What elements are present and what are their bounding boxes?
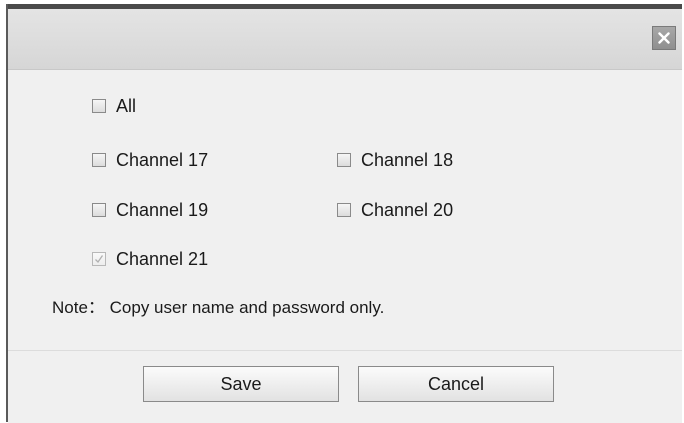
checkbox-channel-21[interactable]	[92, 252, 106, 266]
dialog-footer: Save Cancel	[8, 350, 682, 423]
close-button[interactable]	[652, 26, 676, 50]
checkbox-all[interactable]	[92, 99, 106, 113]
option-all[interactable]: All	[92, 96, 136, 116]
channel-copy-dialog: All Channel 17 Channel 18 Channel 19 Cha…	[6, 4, 682, 423]
close-icon	[658, 32, 670, 44]
option-channel-20[interactable]: Channel 20	[337, 200, 453, 220]
option-channel-19[interactable]: Channel 19	[92, 200, 208, 220]
checkbox-channel-19[interactable]	[92, 203, 106, 217]
option-channel-21[interactable]: Channel 21	[92, 249, 208, 269]
option-channel-21-label: Channel 21	[116, 248, 209, 269]
dialog-body: All Channel 17 Channel 18 Channel 19 Cha…	[8, 70, 682, 350]
checkbox-channel-17[interactable]	[92, 153, 106, 167]
option-all-label: All	[116, 95, 137, 116]
option-channel-17-label: Channel 17	[116, 149, 209, 170]
checkbox-channel-20[interactable]	[337, 203, 351, 217]
option-channel-18-label: Channel 18	[361, 149, 454, 170]
option-channel-20-label: Channel 20	[361, 199, 454, 220]
checkmark-icon	[95, 255, 104, 264]
option-channel-18[interactable]: Channel 18	[337, 150, 453, 170]
option-channel-17[interactable]: Channel 17	[92, 150, 208, 170]
checkbox-channel-18[interactable]	[337, 153, 351, 167]
cancel-button[interactable]: Cancel	[358, 366, 554, 402]
option-channel-19-label: Channel 19	[116, 199, 209, 220]
dialog-title-bar	[8, 9, 682, 70]
save-button[interactable]: Save	[143, 366, 339, 402]
note-text: Note： Copy user name and password only.	[52, 298, 385, 317]
